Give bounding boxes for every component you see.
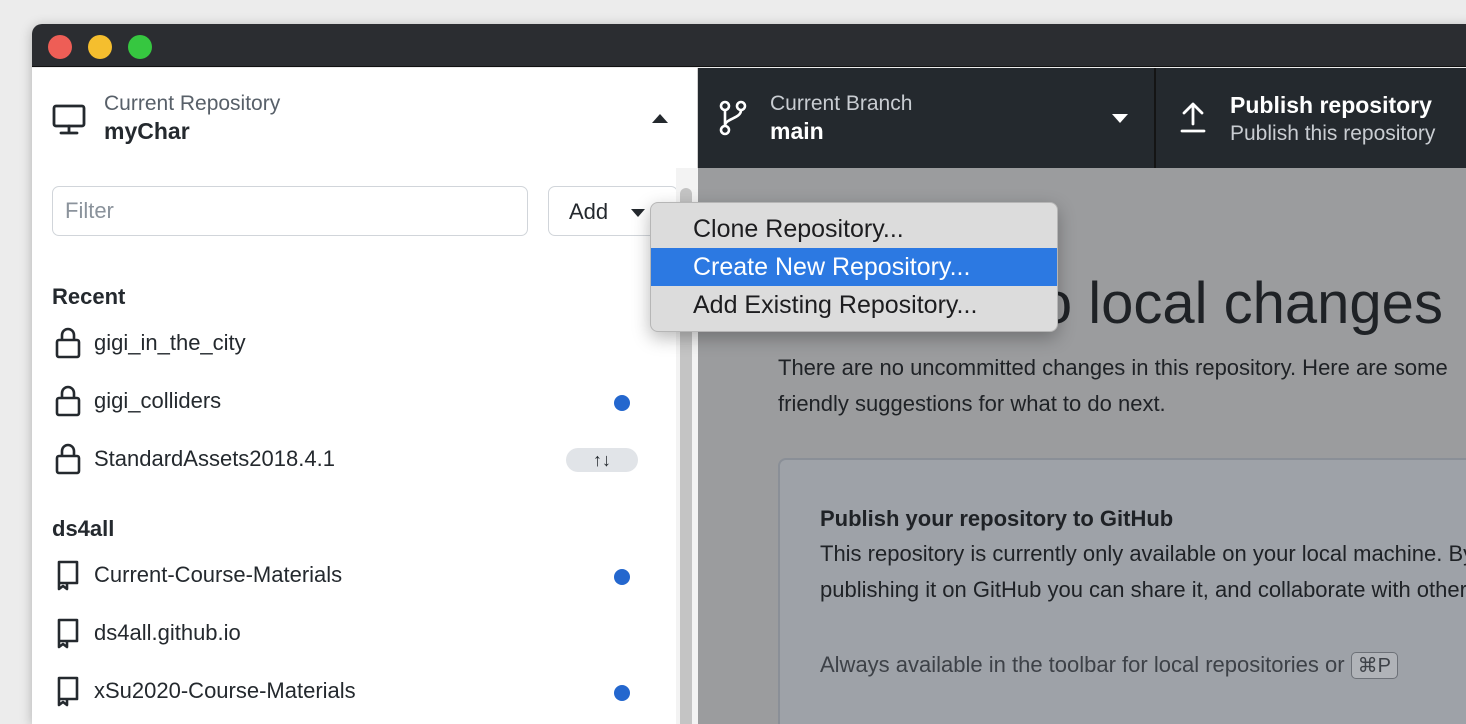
menu-item-create-new-repository[interactable]: Create New Repository... [651, 248, 1057, 286]
repo-name: Current-Course-Materials [94, 562, 343, 587]
lock-icon [55, 443, 81, 475]
ahead-behind-arrows-icon: ↑↓ [566, 448, 638, 472]
current-branch-name: main [770, 118, 824, 144]
group-header-recent: Recent [52, 284, 126, 309]
uncommitted-changes-dot-icon [614, 569, 630, 585]
lock-icon [55, 385, 81, 417]
add-dropdown-menu: Clone Repository... Create New Repositor… [650, 202, 1058, 332]
repo-name: gigi_colliders [94, 388, 222, 413]
card-title: Publish your repository to GitHub [820, 506, 1174, 531]
current-repository-label: Current Repository [104, 92, 281, 115]
repo-list-item[interactable]: xSu2020-Course-Materials [32, 666, 676, 718]
uncommitted-changes-dot-icon [614, 685, 630, 701]
group-header-ds4all: ds4all [52, 516, 115, 541]
lock-icon [55, 327, 81, 359]
repository-caret-up-icon [652, 114, 668, 123]
repo-list-item[interactable]: ds4all.github.io [32, 608, 676, 660]
no-changes-headline: No local changes [998, 271, 1443, 336]
repo-name: gigi_in_the_city [94, 330, 246, 355]
repo-icon [57, 676, 79, 707]
repository-list-panel: Current Repository myChar Add Recent gig… [32, 68, 698, 724]
menu-item-clone-repository[interactable]: Clone Repository... [651, 210, 1057, 248]
git-branch-icon [719, 100, 747, 136]
minimize-window-button[interactable] [88, 35, 112, 59]
card-note-text: Always available in the toolbar for loca… [820, 652, 1345, 677]
repo-icon [57, 560, 79, 591]
add-button-label: Add [569, 199, 609, 224]
card-note: Always available in the toolbar for loca… [820, 652, 1398, 679]
repo-list-item[interactable]: gigi_colliders [32, 376, 676, 428]
repo-icon [57, 618, 79, 649]
repo-name: ds4all.github.io [94, 620, 241, 645]
uncommitted-changes-dot-icon [614, 395, 630, 411]
publish-suggestion-card: Publish your repository to GitHub This r… [778, 458, 1466, 724]
publish-repository-button[interactable]: Publish repository Publish this reposito… [1158, 68, 1466, 168]
close-window-button[interactable] [48, 35, 72, 59]
publish-title: Publish repository [1230, 92, 1432, 118]
computer-icon [52, 104, 86, 135]
repo-list-item[interactable]: gigi_in_the_city [32, 318, 676, 370]
no-changes-description: There are no uncommitted changes in this… [778, 355, 1448, 416]
maximize-window-button[interactable] [128, 35, 152, 59]
app-window: Current Branch main Publish repository P… [32, 24, 1466, 724]
title-bar [32, 24, 1466, 67]
upload-icon [1180, 102, 1206, 133]
current-branch-label: Current Branch [770, 92, 913, 115]
menu-item-add-existing-repository[interactable]: Add Existing Repository... [651, 286, 1057, 324]
branch-caret-down-icon [1112, 114, 1128, 123]
repo-name: xSu2020-Course-Materials [94, 678, 356, 703]
repo-list-item[interactable]: Current-Course-Materials [32, 550, 676, 602]
card-body: This repository is currently only availa… [820, 541, 1466, 602]
filter-input[interactable] [52, 186, 528, 236]
publish-subtitle: Publish this repository [1230, 122, 1436, 145]
current-branch-button[interactable]: Current Branch main [698, 68, 1156, 168]
shortcut-key: ⌘P [1350, 652, 1398, 679]
current-repository-name: myChar [104, 118, 190, 144]
repo-name: StandardAssets2018.4.1 [94, 446, 335, 471]
current-repository-button[interactable]: Current Repository myChar [32, 68, 698, 168]
repo-list-item[interactable]: StandardAssets2018.4.1 ↑↓ [32, 434, 676, 486]
add-caret-down-icon [631, 209, 645, 217]
